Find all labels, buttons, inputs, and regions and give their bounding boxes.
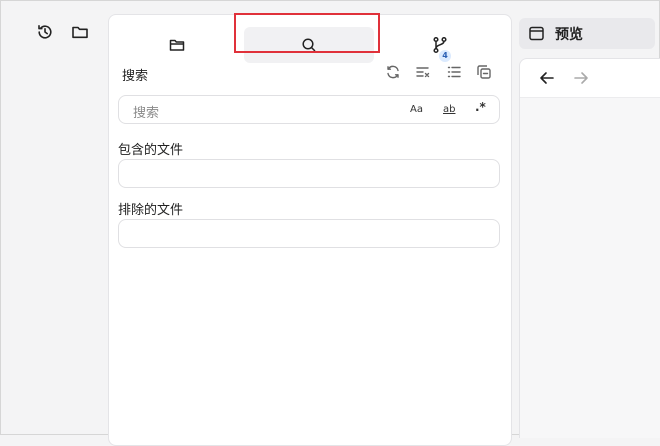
window-icon bbox=[528, 25, 545, 42]
exclude-files-input[interactable] bbox=[118, 219, 500, 248]
search-placeholder: 搜索 bbox=[133, 106, 160, 121]
forward-arrow-icon[interactable] bbox=[572, 69, 590, 87]
git-badge: 4 bbox=[439, 50, 451, 62]
preview-tab[interactable]: 预览 bbox=[519, 18, 655, 49]
highlight-box bbox=[234, 13, 380, 53]
refresh-icon[interactable] bbox=[384, 63, 402, 81]
collapse-all-icon[interactable] bbox=[475, 63, 493, 81]
history-icon[interactable] bbox=[36, 23, 54, 41]
include-files-label: 包含的文件 bbox=[118, 143, 184, 158]
folder-open-icon bbox=[169, 37, 185, 53]
back-arrow-icon[interactable] bbox=[538, 69, 556, 87]
app-window: 4 搜索 搜索 Aa ab .* 包含的文件 排除的文件 预览 bbox=[0, 0, 660, 446]
search-panel: 4 搜索 搜索 Aa ab .* 包含的文件 排除的文件 bbox=[108, 13, 512, 446]
match-case-toggle[interactable]: Aa bbox=[410, 104, 423, 115]
folder-icon[interactable] bbox=[71, 23, 89, 41]
tab-files[interactable] bbox=[149, 27, 205, 63]
preview-pane bbox=[519, 58, 660, 438]
section-title: 搜索 bbox=[122, 69, 149, 84]
preview-toolbar bbox=[520, 59, 660, 98]
preview-content bbox=[520, 98, 660, 438]
whole-word-toggle[interactable]: ab bbox=[443, 104, 455, 115]
include-files-input[interactable] bbox=[118, 159, 500, 188]
list-view-icon[interactable] bbox=[445, 63, 463, 81]
preview-tab-label: 预览 bbox=[555, 27, 583, 43]
exclude-files-label: 排除的文件 bbox=[118, 203, 184, 218]
clear-results-icon[interactable] bbox=[414, 63, 432, 81]
search-input[interactable]: 搜索 Aa ab .* bbox=[118, 95, 500, 124]
regex-toggle[interactable]: .* bbox=[475, 100, 486, 114]
tab-git[interactable]: 4 bbox=[404, 27, 476, 63]
